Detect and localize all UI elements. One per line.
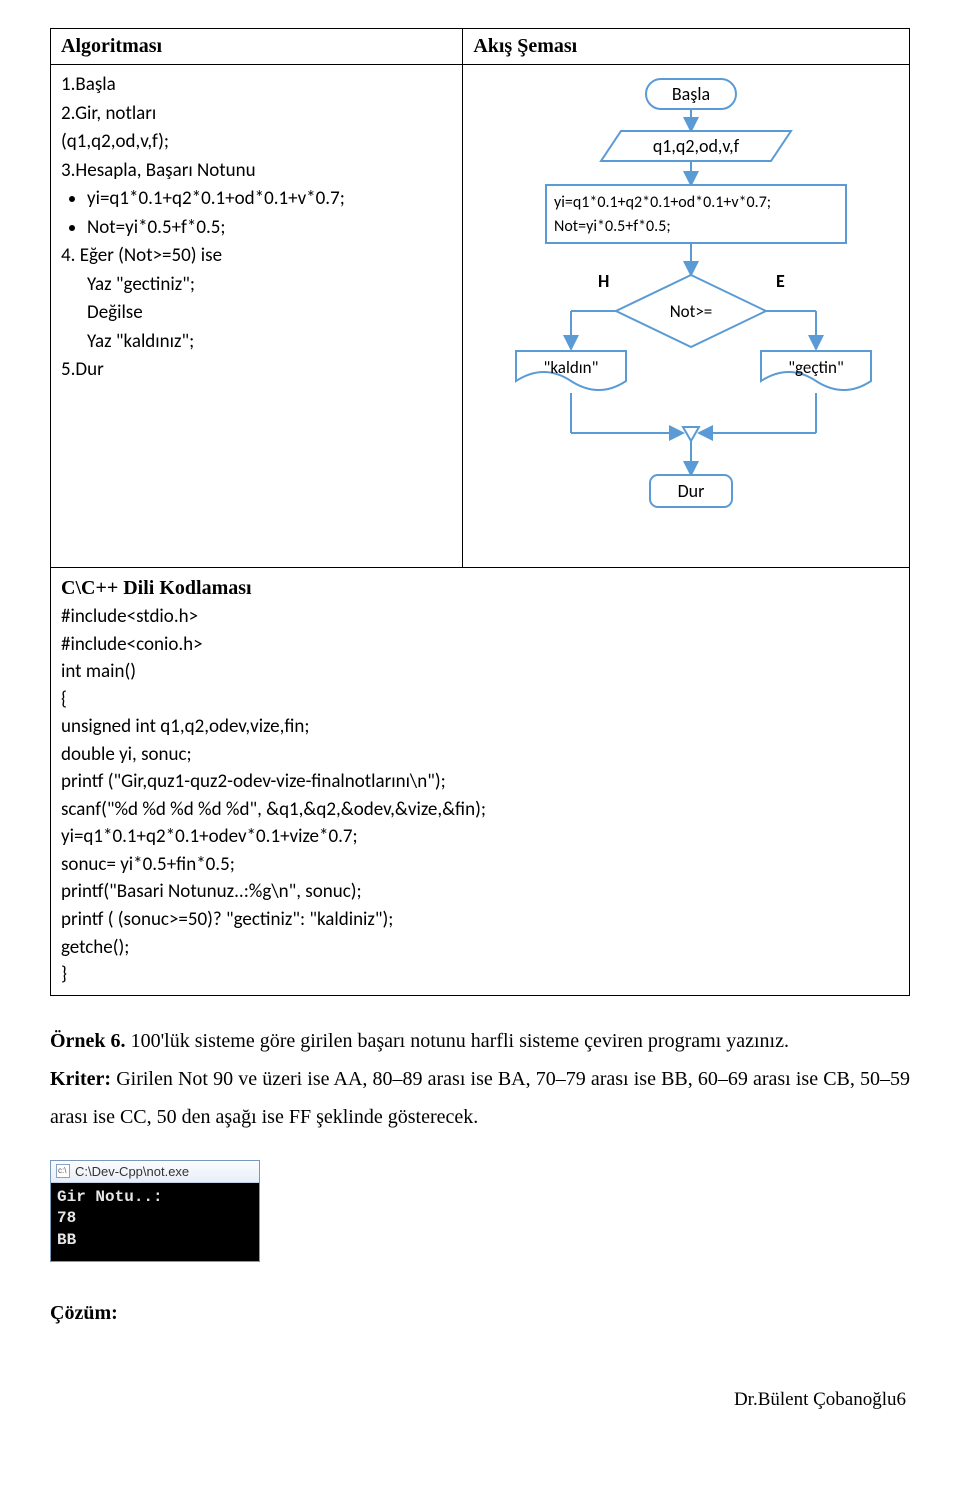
ornek-label: Örnek 6.	[50, 1030, 126, 1052]
code-cell: C\C++ Dili Kodlaması #include<stdio.h> #…	[51, 568, 910, 996]
code-line: printf("Basari Notunuz..:%g\n", sonuc);	[61, 878, 899, 906]
exe-icon	[56, 1164, 70, 1178]
flow-proc1: yi=q1*0.1+q2*0.1+od*0.1+v*0.7;	[554, 193, 771, 212]
code-line: unsigned int q1,q2,odev,vize,fin;	[61, 713, 899, 741]
kriter-text: Girilen Not 90 ve üzeri ise AA, 80–89 ar…	[50, 1068, 910, 1128]
code-line: #include<conio.h>	[61, 631, 899, 659]
flow-label-h: H	[598, 270, 609, 292]
flow-start: Başla	[672, 83, 710, 105]
exe-title-text: C:\Dev-Cpp\not.exe	[75, 1164, 189, 1179]
algo-line: 5.Dur	[61, 356, 452, 385]
algo-line: (q1,q2,od,v,f);	[61, 128, 452, 157]
code-line: getche();	[61, 934, 899, 962]
code-title: C\C++ Dili Kodlaması	[61, 574, 899, 603]
algo-line: 4. Eğer (Not>=50) ise	[61, 242, 452, 271]
flow-proc2: Not=yi*0.5+f*0.5;	[554, 217, 671, 236]
code-line: }	[61, 961, 899, 989]
flowchart-svg: Başla q1,q2,od,v,f yi=q1*0.1+q2*0.1+od*0…	[476, 71, 896, 561]
algo-sub: Yaz "gectiniz";	[87, 271, 452, 300]
code-line: #include<stdio.h>	[61, 603, 899, 631]
code-line: int main()	[61, 658, 899, 686]
exe-window: C:\Dev-Cpp\not.exe Gir Notu..: 78 BB	[50, 1160, 260, 1263]
code-line: printf ("Gir,quz1-quz2-odev-vize-finalno…	[61, 768, 899, 796]
cozum-label: Çözüm:	[50, 1302, 910, 1325]
code-line: yi=q1*0.1+q2*0.1+odev*0.1+vize*0.7;	[61, 823, 899, 851]
algo-line: 2.Gir, notları	[61, 100, 452, 129]
ornek-text: 100'lük sisteme göre girilen başarı notu…	[126, 1030, 789, 1052]
code-line: scanf("%d %d %d %d %d", &q1,&q2,&odev,&v…	[61, 796, 899, 824]
flow-end: Dur	[678, 480, 705, 502]
flow-cond: Not>=	[670, 301, 713, 322]
algo-bullet: Not=yi*0.5+f*0.5;	[87, 214, 452, 243]
exe-titlebar: C:\Dev-Cpp\not.exe	[51, 1161, 259, 1183]
flow-label-e: E	[776, 270, 785, 292]
flow-input: q1,q2,od,v,f	[653, 135, 740, 157]
flowchart-cell: Başla q1,q2,od,v,f yi=q1*0.1+q2*0.1+od*0…	[463, 65, 910, 568]
algo-line: 1.Başla	[61, 71, 452, 100]
page-footer: Dr.Bülent Çobanoğlu6	[50, 1389, 910, 1421]
code-line: {	[61, 686, 899, 714]
code-line: double yi, sonuc;	[61, 741, 899, 769]
code-line: sonuc= yi*0.5+fin*0.5;	[61, 851, 899, 879]
algo-bullet: yi=q1*0.1+q2*0.1+od*0.1+v*0.7;	[87, 185, 452, 214]
kriter-label: Kriter:	[50, 1068, 111, 1090]
code-line: printf ( (sonuc>=50)? "gectiniz": "kaldi…	[61, 906, 899, 934]
body-paragraph: Örnek 6. 100'lük sisteme göre girilen ba…	[50, 1022, 910, 1136]
algo-line: 3.Hesapla, Başarı Notunu	[61, 157, 452, 186]
exe-output: Gir Notu..: 78 BB	[51, 1183, 259, 1262]
flow-out-right: "geçtin"	[788, 357, 844, 378]
algo-sub: Değilse	[87, 299, 452, 328]
algorithm-cell: 1.Başla 2.Gir, notları (q1,q2,od,v,f); 3…	[51, 65, 463, 568]
main-table: Algoritması Akış Şeması 1.Başla 2.Gir, n…	[50, 28, 910, 996]
flow-out-left: "kaldın"	[544, 357, 599, 378]
header-algo: Algoritması	[51, 29, 463, 65]
algo-sub: Yaz "kaldınız";	[87, 328, 452, 357]
header-flow: Akış Şeması	[463, 29, 910, 65]
